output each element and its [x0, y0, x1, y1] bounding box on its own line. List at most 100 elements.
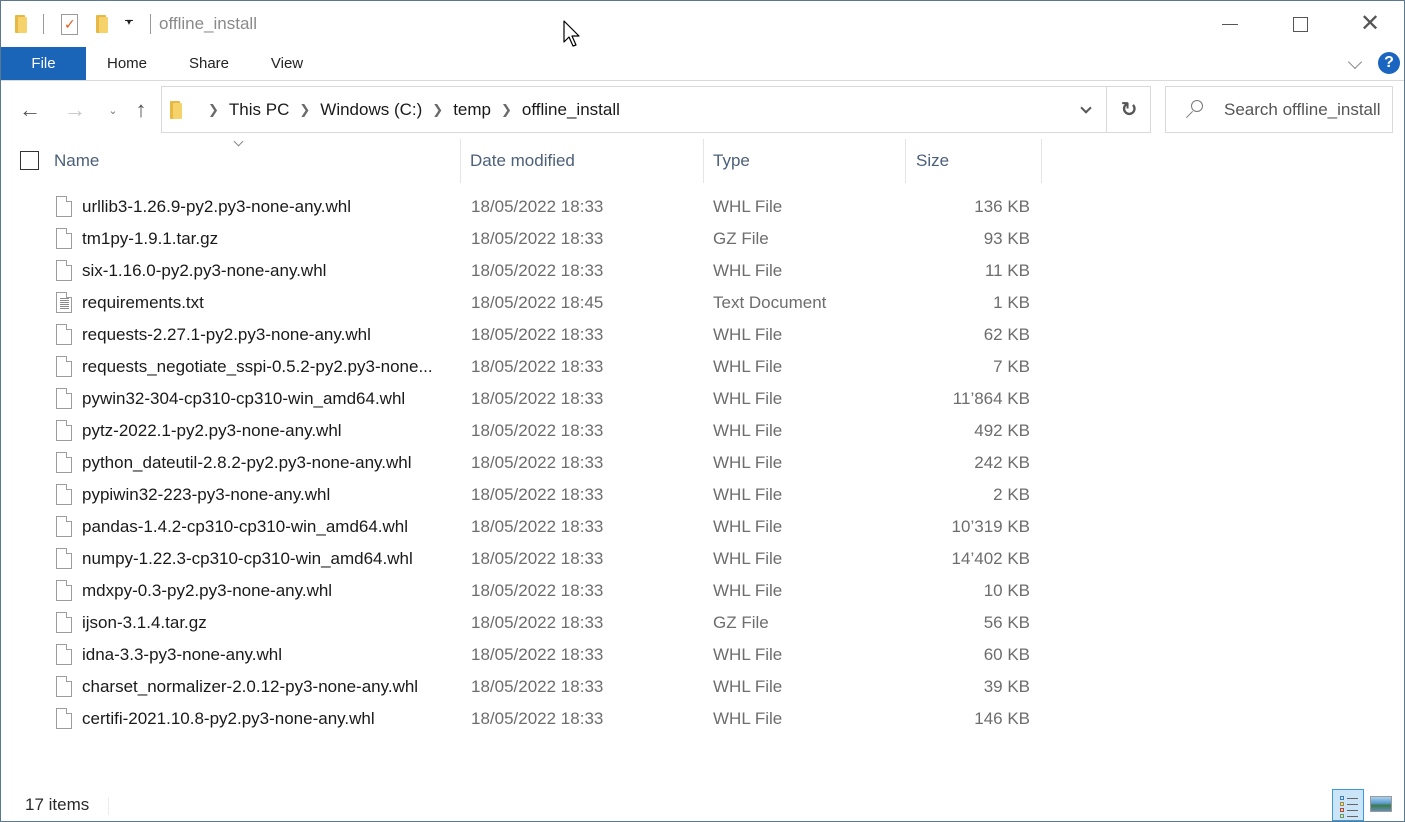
minimize-button[interactable]: [1207, 1, 1253, 47]
file-name[interactable]: mdxpy-0.3-py2.py3-none-any.whl: [82, 575, 452, 607]
address-dropdown-button[interactable]: [1066, 87, 1106, 132]
arrow-left-icon: ←: [19, 97, 41, 122]
breadcrumb-windows-c[interactable]: Windows (C:): [320, 100, 422, 120]
file-row[interactable]: pywin32-304-cp310-cp310-win_amd64.whl 18/…: [1, 383, 1061, 415]
file-name[interactable]: urllib3-1.26.9-py2.py3-none-any.whl: [82, 191, 452, 223]
file-name[interactable]: pandas-1.4.2-cp310-cp310-win_amd64.whl: [82, 511, 452, 543]
search-box[interactable]: [1165, 86, 1393, 133]
column-header-row: Name Date modified Type Size: [1, 139, 1404, 183]
chevron-right-icon[interactable]: ❯: [501, 102, 512, 118]
expand-ribbon-chevron-down-icon[interactable]: [1346, 55, 1366, 73]
minimize-icon: [1222, 23, 1238, 25]
file-row[interactable]: requirements.txt 18/05/2022 18:45 Text Doc…: [1, 287, 1061, 319]
customize-quick-access-icon[interactable]: ▾: [122, 15, 136, 31]
column-divider[interactable]: [703, 139, 704, 183]
file-type: WHL File: [713, 517, 783, 536]
recent-locations-button[interactable]: ⌄: [99, 96, 127, 124]
file-row[interactable]: mdxpy-0.3-py2.py3-none-any.whl 18/05/2022…: [1, 575, 1061, 607]
file-name[interactable]: pypiwin32-223-py3-none-any.whl: [82, 479, 452, 511]
column-divider[interactable]: [460, 139, 461, 183]
file-date-modified: 18/05/2022 18:33: [471, 485, 604, 504]
file-name[interactable]: pytz-2022.1-py2.py3-none-any.whl: [82, 415, 452, 447]
column-header-size[interactable]: Size: [916, 139, 1041, 183]
file-name[interactable]: requests-2.27.1-py2.py3-none-any.whl: [82, 319, 452, 351]
help-button[interactable]: ?: [1378, 52, 1400, 74]
file-row[interactable]: pypiwin32-223-py3-none-any.whl 18/05/2022…: [1, 479, 1061, 511]
tab-share[interactable]: Share: [177, 47, 241, 80]
file-name[interactable]: idna-3.3-py3-none-any.whl: [82, 639, 452, 671]
column-header-date-modified[interactable]: Date modified: [470, 139, 703, 183]
tab-view[interactable]: View: [256, 47, 318, 80]
text-file-icon: [56, 292, 72, 313]
address-bar[interactable]: ❯ This PC ❯ Windows (C:) ❯ temp ❯ offlin…: [161, 86, 1151, 133]
file-row[interactable]: requests_negotiate_sspi-0.5.2-py2.py3-no…: [1, 351, 1061, 383]
file-icon: [56, 452, 72, 473]
column-divider[interactable]: [905, 139, 906, 183]
close-button[interactable]: ✕: [1347, 1, 1393, 47]
maximize-button[interactable]: [1277, 1, 1323, 47]
file-name[interactable]: ijson-3.1.4.tar.gz: [82, 607, 452, 639]
file-name[interactable]: six-1.16.0-py2.py3-none-any.whl: [82, 255, 452, 287]
divider: [150, 14, 151, 34]
file-type: GZ File: [713, 613, 769, 632]
column-header-type[interactable]: Type: [713, 139, 905, 183]
file-size: 60 KB: [983, 645, 1030, 664]
chevron-right-icon[interactable]: ❯: [299, 102, 310, 118]
chevron-down-icon: [1080, 101, 1092, 114]
refresh-button[interactable]: ↻: [1106, 87, 1151, 132]
file-type: WHL File: [713, 709, 783, 728]
maximize-icon: [1292, 16, 1308, 32]
file-name[interactable]: numpy-1.22.3-cp310-cp310-win_amd64.whl: [82, 543, 452, 575]
file-row[interactable]: urllib3-1.26.9-py2.py3-none-any.whl 18/05…: [1, 191, 1061, 223]
close-icon: ✕: [1359, 10, 1381, 37]
file-date-modified: 18/05/2022 18:33: [471, 677, 604, 696]
file-row[interactable]: tm1py-1.9.1.tar.gz 18/05/2022 18:33 GZ Fil…: [1, 223, 1061, 255]
properties-icon[interactable]: [61, 14, 78, 35]
window-title: offline_install: [159, 14, 257, 33]
forward-button[interactable]: →: [61, 96, 89, 124]
tab-home[interactable]: Home: [93, 47, 161, 80]
file-size: 93 KB: [983, 229, 1030, 248]
back-button[interactable]: ←: [16, 96, 44, 124]
search-input[interactable]: [1224, 87, 1390, 132]
file-row[interactable]: pytz-2022.1-py2.py3-none-any.whl 18/05/20…: [1, 415, 1061, 447]
file-type: WHL File: [713, 453, 783, 472]
up-button[interactable]: ↑: [127, 96, 155, 124]
file-row[interactable]: six-1.16.0-py2.py3-none-any.whl 18/05/202…: [1, 255, 1061, 287]
large-icons-view-button[interactable]: [1370, 796, 1392, 812]
file-name[interactable]: python_dateutil-2.8.2-py2.py3-none-any.w…: [82, 447, 452, 479]
file-row[interactable]: charset_normalizer-2.0.12-py3-none-any.w…: [1, 671, 1061, 703]
file-type: WHL File: [713, 357, 783, 376]
file-explorer-window: ▾ offline_install ✕ File Home Share View…: [0, 0, 1405, 822]
breadcrumb-offline-install[interactable]: offline_install: [522, 100, 620, 120]
file-name[interactable]: pywin32-304-cp310-cp310-win_amd64.whl: [82, 383, 452, 415]
file-name[interactable]: requests_negotiate_sspi-0.5.2-py2.py3-no…: [82, 351, 452, 383]
breadcrumb-temp[interactable]: temp: [453, 100, 491, 120]
file-row[interactable]: requests-2.27.1-py2.py3-none-any.whl 18/0…: [1, 319, 1061, 351]
new-folder-icon[interactable]: [96, 11, 110, 37]
file-size: 62 KB: [983, 325, 1030, 344]
file-size: 14’402 KB: [951, 549, 1030, 568]
file-row[interactable]: certifi-2021.10.8-py2.py3-none-any.whl 18…: [1, 703, 1061, 735]
file-row[interactable]: ijson-3.1.4.tar.gz 18/05/2022 18:33 GZ Fil…: [1, 607, 1061, 639]
tab-file[interactable]: File: [1, 47, 86, 80]
file-name[interactable]: charset_normalizer-2.0.12-py3-none-any.w…: [82, 671, 452, 703]
column-header-name[interactable]: Name: [54, 139, 459, 183]
file-list: urllib3-1.26.9-py2.py3-none-any.whl 18/05…: [1, 191, 1061, 735]
chevron-right-icon[interactable]: ❯: [432, 102, 443, 118]
file-name[interactable]: requirements.txt: [82, 287, 452, 319]
details-view-button[interactable]: [1332, 789, 1364, 821]
select-all-checkbox[interactable]: [20, 151, 39, 170]
file-name[interactable]: tm1py-1.9.1.tar.gz: [82, 223, 452, 255]
column-divider[interactable]: [1041, 139, 1042, 183]
file-row[interactable]: idna-3.3-py3-none-any.whl 18/05/2022 18:3…: [1, 639, 1061, 671]
file-row[interactable]: numpy-1.22.3-cp310-cp310-win_amd64.whl 18…: [1, 543, 1061, 575]
breadcrumb-this-pc[interactable]: This PC: [229, 100, 289, 120]
file-row[interactable]: python_dateutil-2.8.2-py2.py3-none-any.w…: [1, 447, 1061, 479]
file-name[interactable]: certifi-2021.10.8-py2.py3-none-any.whl: [82, 703, 452, 735]
ribbon: File Home Share View ?: [1, 47, 1404, 81]
file-date-modified: 18/05/2022 18:33: [471, 581, 604, 600]
file-type: WHL File: [713, 389, 783, 408]
file-row[interactable]: pandas-1.4.2-cp310-cp310-win_amd64.whl 18…: [1, 511, 1061, 543]
file-type: GZ File: [713, 229, 769, 248]
